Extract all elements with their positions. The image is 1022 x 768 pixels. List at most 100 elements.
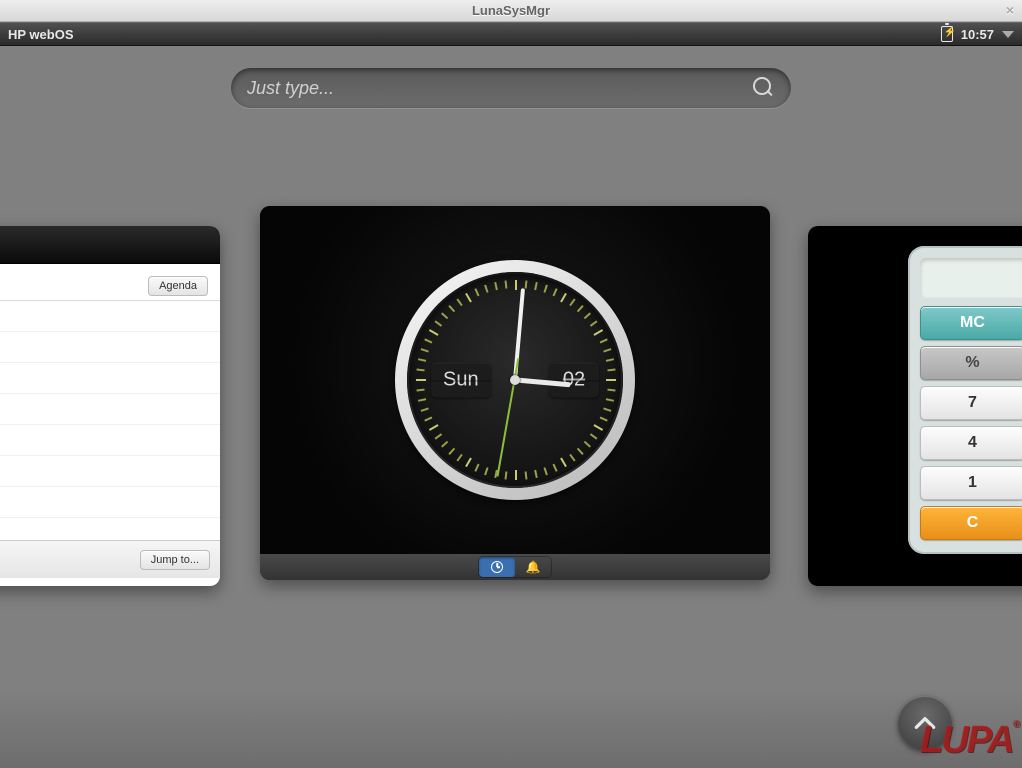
status-time: 10:57 bbox=[961, 27, 994, 42]
clock-tick bbox=[525, 280, 528, 288]
calculator-body: MC M % 7 8 4 5 1 2 bbox=[908, 246, 1022, 554]
dock-area: LUPA® bbox=[0, 688, 1022, 768]
clock-tick bbox=[416, 389, 424, 392]
clock-tick bbox=[418, 398, 426, 402]
clock-tick bbox=[525, 471, 528, 479]
clock-tick bbox=[577, 448, 584, 455]
clock-tick bbox=[553, 288, 558, 296]
host-window-titlebar: LunaSysMgr × bbox=[0, 0, 1022, 22]
calculator-display bbox=[920, 258, 1022, 298]
close-icon[interactable]: × bbox=[1006, 2, 1014, 18]
clock-tick bbox=[435, 433, 443, 439]
clock-tick bbox=[560, 293, 567, 303]
host-window-title: LunaSysMgr bbox=[472, 3, 550, 18]
clock-tick bbox=[465, 293, 472, 303]
clock-tick bbox=[515, 470, 517, 480]
clock-tick bbox=[494, 282, 498, 290]
search-icon bbox=[753, 77, 775, 99]
clock-tick bbox=[448, 448, 455, 455]
clock-tick bbox=[603, 348, 611, 352]
calendar-day-grid[interactable] bbox=[0, 300, 220, 540]
clock-tick bbox=[421, 407, 429, 411]
key-7[interactable]: 7 bbox=[920, 386, 1022, 420]
clock-tick bbox=[435, 320, 443, 326]
agenda-button[interactable]: Agenda bbox=[148, 276, 208, 296]
tab-alarm[interactable]: 🔔 bbox=[515, 557, 551, 577]
tab-clock[interactable] bbox=[479, 557, 515, 577]
battery-charging-icon: ⚡ bbox=[941, 26, 953, 42]
clock-tick bbox=[534, 470, 538, 478]
clock-tick bbox=[465, 457, 472, 467]
webos-status-bar[interactable]: HP webOS ⚡ 10:57 bbox=[0, 22, 1022, 46]
clock-tick bbox=[569, 454, 575, 462]
clock-tick bbox=[607, 389, 615, 392]
key-percent[interactable]: % bbox=[920, 346, 1022, 380]
launcher-button[interactable] bbox=[898, 696, 952, 750]
app-menu-label[interactable]: HP webOS bbox=[8, 27, 74, 42]
clock-tick bbox=[590, 433, 598, 439]
clock-tick bbox=[534, 282, 538, 290]
card-clock[interactable]: Sun 02 🔔 bbox=[260, 206, 770, 580]
key-clear[interactable]: C bbox=[920, 506, 1022, 540]
clock-tick bbox=[441, 441, 448, 448]
clock-tick bbox=[584, 441, 591, 448]
clock-tick bbox=[543, 467, 547, 475]
key-mc[interactable]: MC bbox=[920, 306, 1022, 340]
analog-clock-face: Sun 02 bbox=[407, 272, 623, 488]
clock-tick bbox=[441, 312, 448, 319]
clock-tick bbox=[505, 471, 508, 479]
jump-to-button[interactable]: Jump to... bbox=[140, 550, 210, 570]
second-hand bbox=[497, 380, 515, 477]
search-input[interactable] bbox=[247, 78, 753, 99]
key-4[interactable]: 4 bbox=[920, 426, 1022, 460]
bell-icon: 🔔 bbox=[526, 560, 541, 574]
clock-tick bbox=[448, 305, 455, 312]
clock-tick bbox=[416, 379, 426, 381]
clock-tick bbox=[593, 424, 603, 431]
clock-bezel: Sun 02 bbox=[395, 260, 635, 500]
clock-tick bbox=[553, 464, 558, 472]
clock-tick bbox=[607, 369, 615, 372]
clock-tick bbox=[543, 285, 547, 293]
clock-center-pin bbox=[510, 375, 520, 385]
clock-tick bbox=[484, 467, 488, 475]
just-type-search[interactable] bbox=[231, 68, 791, 108]
clock-tick bbox=[416, 369, 424, 372]
clock-tick bbox=[505, 280, 508, 288]
clock-tick bbox=[590, 320, 598, 326]
chevron-down-icon[interactable] bbox=[1002, 31, 1014, 38]
chevron-up-icon bbox=[912, 710, 938, 736]
clock-tick bbox=[484, 285, 488, 293]
clock-tick bbox=[515, 280, 517, 290]
clock-tick bbox=[424, 338, 432, 343]
clock-tick bbox=[456, 299, 462, 307]
clock-tick bbox=[424, 417, 432, 422]
clock-tick bbox=[600, 417, 608, 422]
clock-tick bbox=[606, 398, 614, 402]
clock-tick bbox=[606, 358, 614, 362]
calendar-leather-header bbox=[0, 226, 220, 264]
clock-tab-bar: 🔔 bbox=[260, 554, 770, 580]
clock-tick bbox=[429, 424, 439, 431]
clock-date-flap: 02 bbox=[549, 363, 599, 398]
clock-tick bbox=[600, 338, 608, 343]
clock-tick bbox=[569, 299, 575, 307]
card-calculator[interactable]: MC M % 7 8 4 5 1 2 bbox=[808, 226, 1022, 586]
clock-tick bbox=[584, 312, 591, 319]
clock-tick bbox=[456, 454, 462, 462]
card-calendar[interactable]: 012 Agenda Jump to... bbox=[0, 226, 220, 586]
clock-tick bbox=[429, 329, 439, 336]
clock-tick bbox=[474, 288, 479, 296]
card-view-stage: 012 Agenda Jump to... Sun 02 bbox=[0, 46, 1022, 768]
clock-day-flap: Sun bbox=[431, 363, 491, 398]
clock-tick bbox=[474, 464, 479, 472]
clock-tick bbox=[418, 358, 426, 362]
clock-tick bbox=[560, 457, 567, 467]
clock-tick bbox=[593, 329, 603, 336]
key-1[interactable]: 1 bbox=[920, 466, 1022, 500]
clock-tick bbox=[421, 348, 429, 352]
minute-hand bbox=[513, 288, 525, 380]
clock-tick bbox=[603, 407, 611, 411]
clock-icon bbox=[491, 561, 503, 573]
clock-tick bbox=[606, 379, 616, 381]
